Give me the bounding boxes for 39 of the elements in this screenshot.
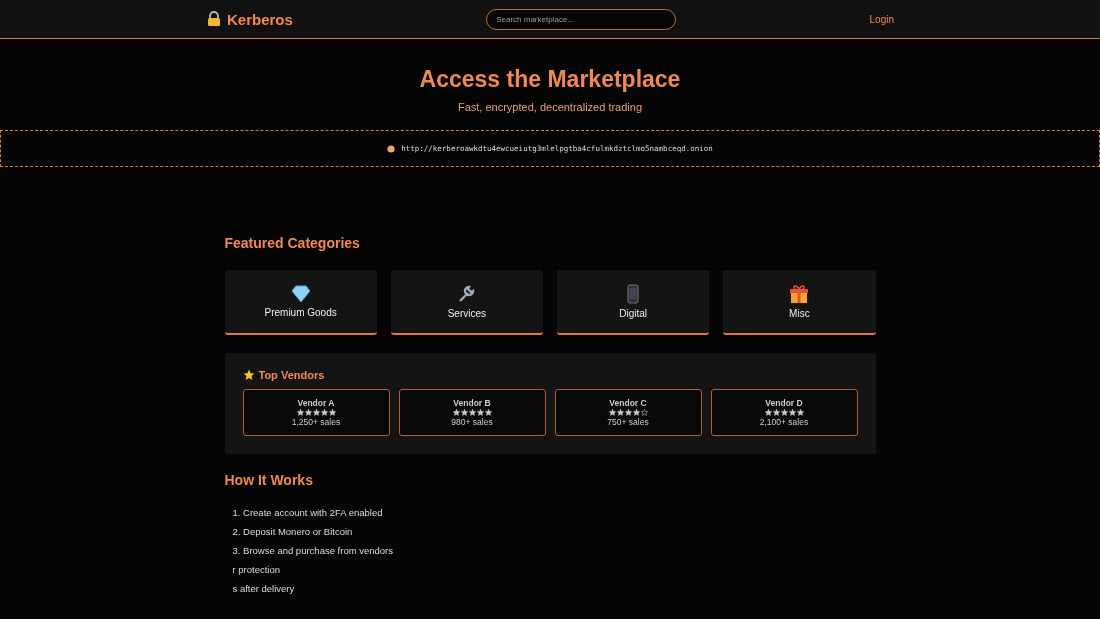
vendor-card[interactable]: Vendor A 1,250+ sales	[242, 389, 390, 436]
vendor-card[interactable]: Vendor C 750+ sales	[554, 389, 702, 436]
vendor-name: Vendor A	[297, 398, 335, 408]
panel-title: Top Vendors	[258, 369, 325, 381]
category-card[interactable]: Misc	[723, 270, 876, 335]
padlock-icon	[206, 11, 222, 27]
category-card[interactable]: Services	[390, 270, 543, 335]
phone-icon	[627, 284, 640, 304]
category-label: Premium Goods	[264, 307, 337, 318]
step-text: 1. Create account with 2FA enabled	[232, 507, 384, 518]
vendor-name: Vendor C	[609, 398, 647, 408]
category-label: Digital	[619, 308, 647, 319]
sales-count: 1,250+ sales	[291, 417, 341, 427]
sales-count: 750+ sales	[607, 417, 649, 427]
onion-icon	[387, 144, 396, 153]
vendor-card[interactable]: Vendor B 980+ sales	[398, 389, 546, 436]
section-title: How It Works	[224, 472, 314, 488]
category-card[interactable]: Digital	[557, 270, 710, 335]
sales-count: 2,100+ sales	[759, 417, 809, 427]
login-link[interactable]: Login	[869, 13, 894, 25]
search-field[interactable]: Search marketplace...	[486, 8, 677, 30]
step-text: r protection	[232, 564, 282, 575]
section-title: Featured Categories	[224, 235, 361, 251]
category-label: Services	[447, 308, 487, 319]
step-text: 3. Browse and purchase from vendors	[232, 545, 395, 556]
hero-title: Access the Marketplace	[419, 66, 681, 93]
star-icon	[242, 369, 255, 381]
vendor-name: Vendor B	[453, 398, 491, 408]
gift-icon	[789, 284, 810, 304]
category-card[interactable]: Premium Goods	[224, 270, 377, 335]
category-label: Misc	[789, 308, 810, 319]
brand-name[interactable]: Kerberos	[227, 10, 293, 28]
hero-subtitle: Fast, encrypted, decentralized trading	[457, 101, 642, 113]
step-text: 2. Deposit Monero or Bitcoin	[232, 526, 354, 537]
diamond-icon	[290, 285, 311, 303]
vendor-card[interactable]: Vendor D 2,100+ sales	[710, 389, 858, 436]
vendor-name: Vendor D	[765, 398, 803, 408]
sales-count: 980+ sales	[451, 417, 493, 427]
step-text: s after delivery	[232, 583, 296, 594]
